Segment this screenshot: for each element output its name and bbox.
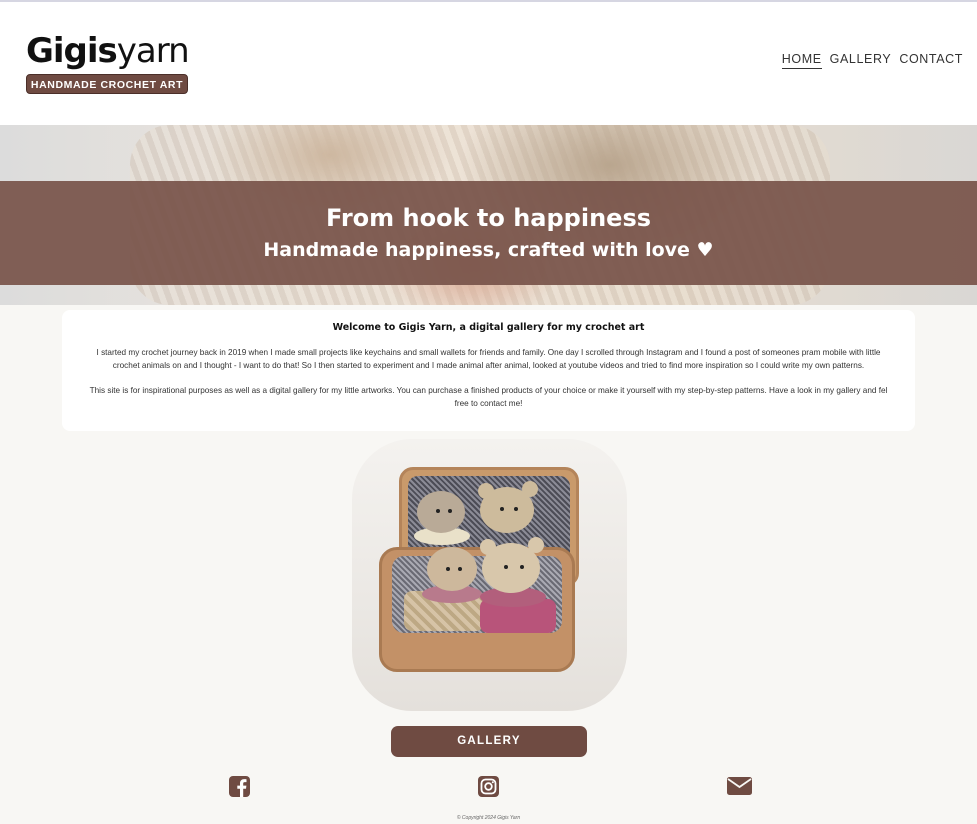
hero-subtitle: Handmade happiness, crafted with love ♥ [263, 239, 714, 261]
toy-eye [448, 509, 452, 513]
toy-eye [436, 509, 440, 513]
main-nav: HOME GALLERY CONTACT [781, 52, 963, 69]
toy-eye [458, 567, 462, 571]
toy-eye [500, 507, 504, 511]
hero-title: From hook to happiness [325, 204, 652, 232]
nav-contact[interactable]: CONTACT [899, 52, 963, 69]
hero-banner: From hook to happiness Handmade happines… [0, 125, 977, 305]
crochet-toy [417, 491, 465, 533]
envelope-icon[interactable] [727, 776, 752, 800]
site-header: Gigisyarn HANDMADE CROCHET ART HOME GALL… [0, 2, 977, 125]
instagram-icon[interactable] [478, 776, 499, 801]
welcome-paragraph-1: I started my crochet journey back in 201… [96, 348, 881, 370]
crochet-toys-photo [352, 439, 627, 711]
crochet-toy [480, 487, 534, 533]
toy-eye [446, 567, 450, 571]
hero-overlay: From hook to happiness Handmade happines… [0, 181, 977, 285]
nav-gallery[interactable]: GALLERY [830, 52, 892, 69]
welcome-paragraph-2: This site is for inspirational purposes … [89, 386, 888, 408]
crochet-toy [427, 547, 477, 591]
toy-eye [504, 565, 508, 569]
crochet-toy [482, 543, 540, 593]
nav-home[interactable]: HOME [781, 52, 822, 69]
footer-copyright: © Copyright 2024 Gigis Yarn [456, 815, 521, 821]
facebook-icon[interactable] [229, 776, 250, 801]
welcome-card: Welcome to Gigis Yarn, a digital gallery… [62, 310, 915, 431]
toy-eye [520, 565, 524, 569]
site-logo[interactable]: Gigisyarn HANDMADE CROCHET ART [26, 32, 190, 94]
logo-light-text: yarn [116, 31, 190, 71]
logo-bold-text: Gigis [26, 31, 118, 71]
gallery-button[interactable]: GALLERY [391, 726, 587, 757]
welcome-heading: Welcome to Gigis Yarn, a digital gallery… [332, 322, 645, 333]
logo-tagline: HANDMADE CROCHET ART [26, 74, 188, 94]
logo-wordmark: Gigisyarn [26, 32, 190, 70]
toy-eye [514, 507, 518, 511]
